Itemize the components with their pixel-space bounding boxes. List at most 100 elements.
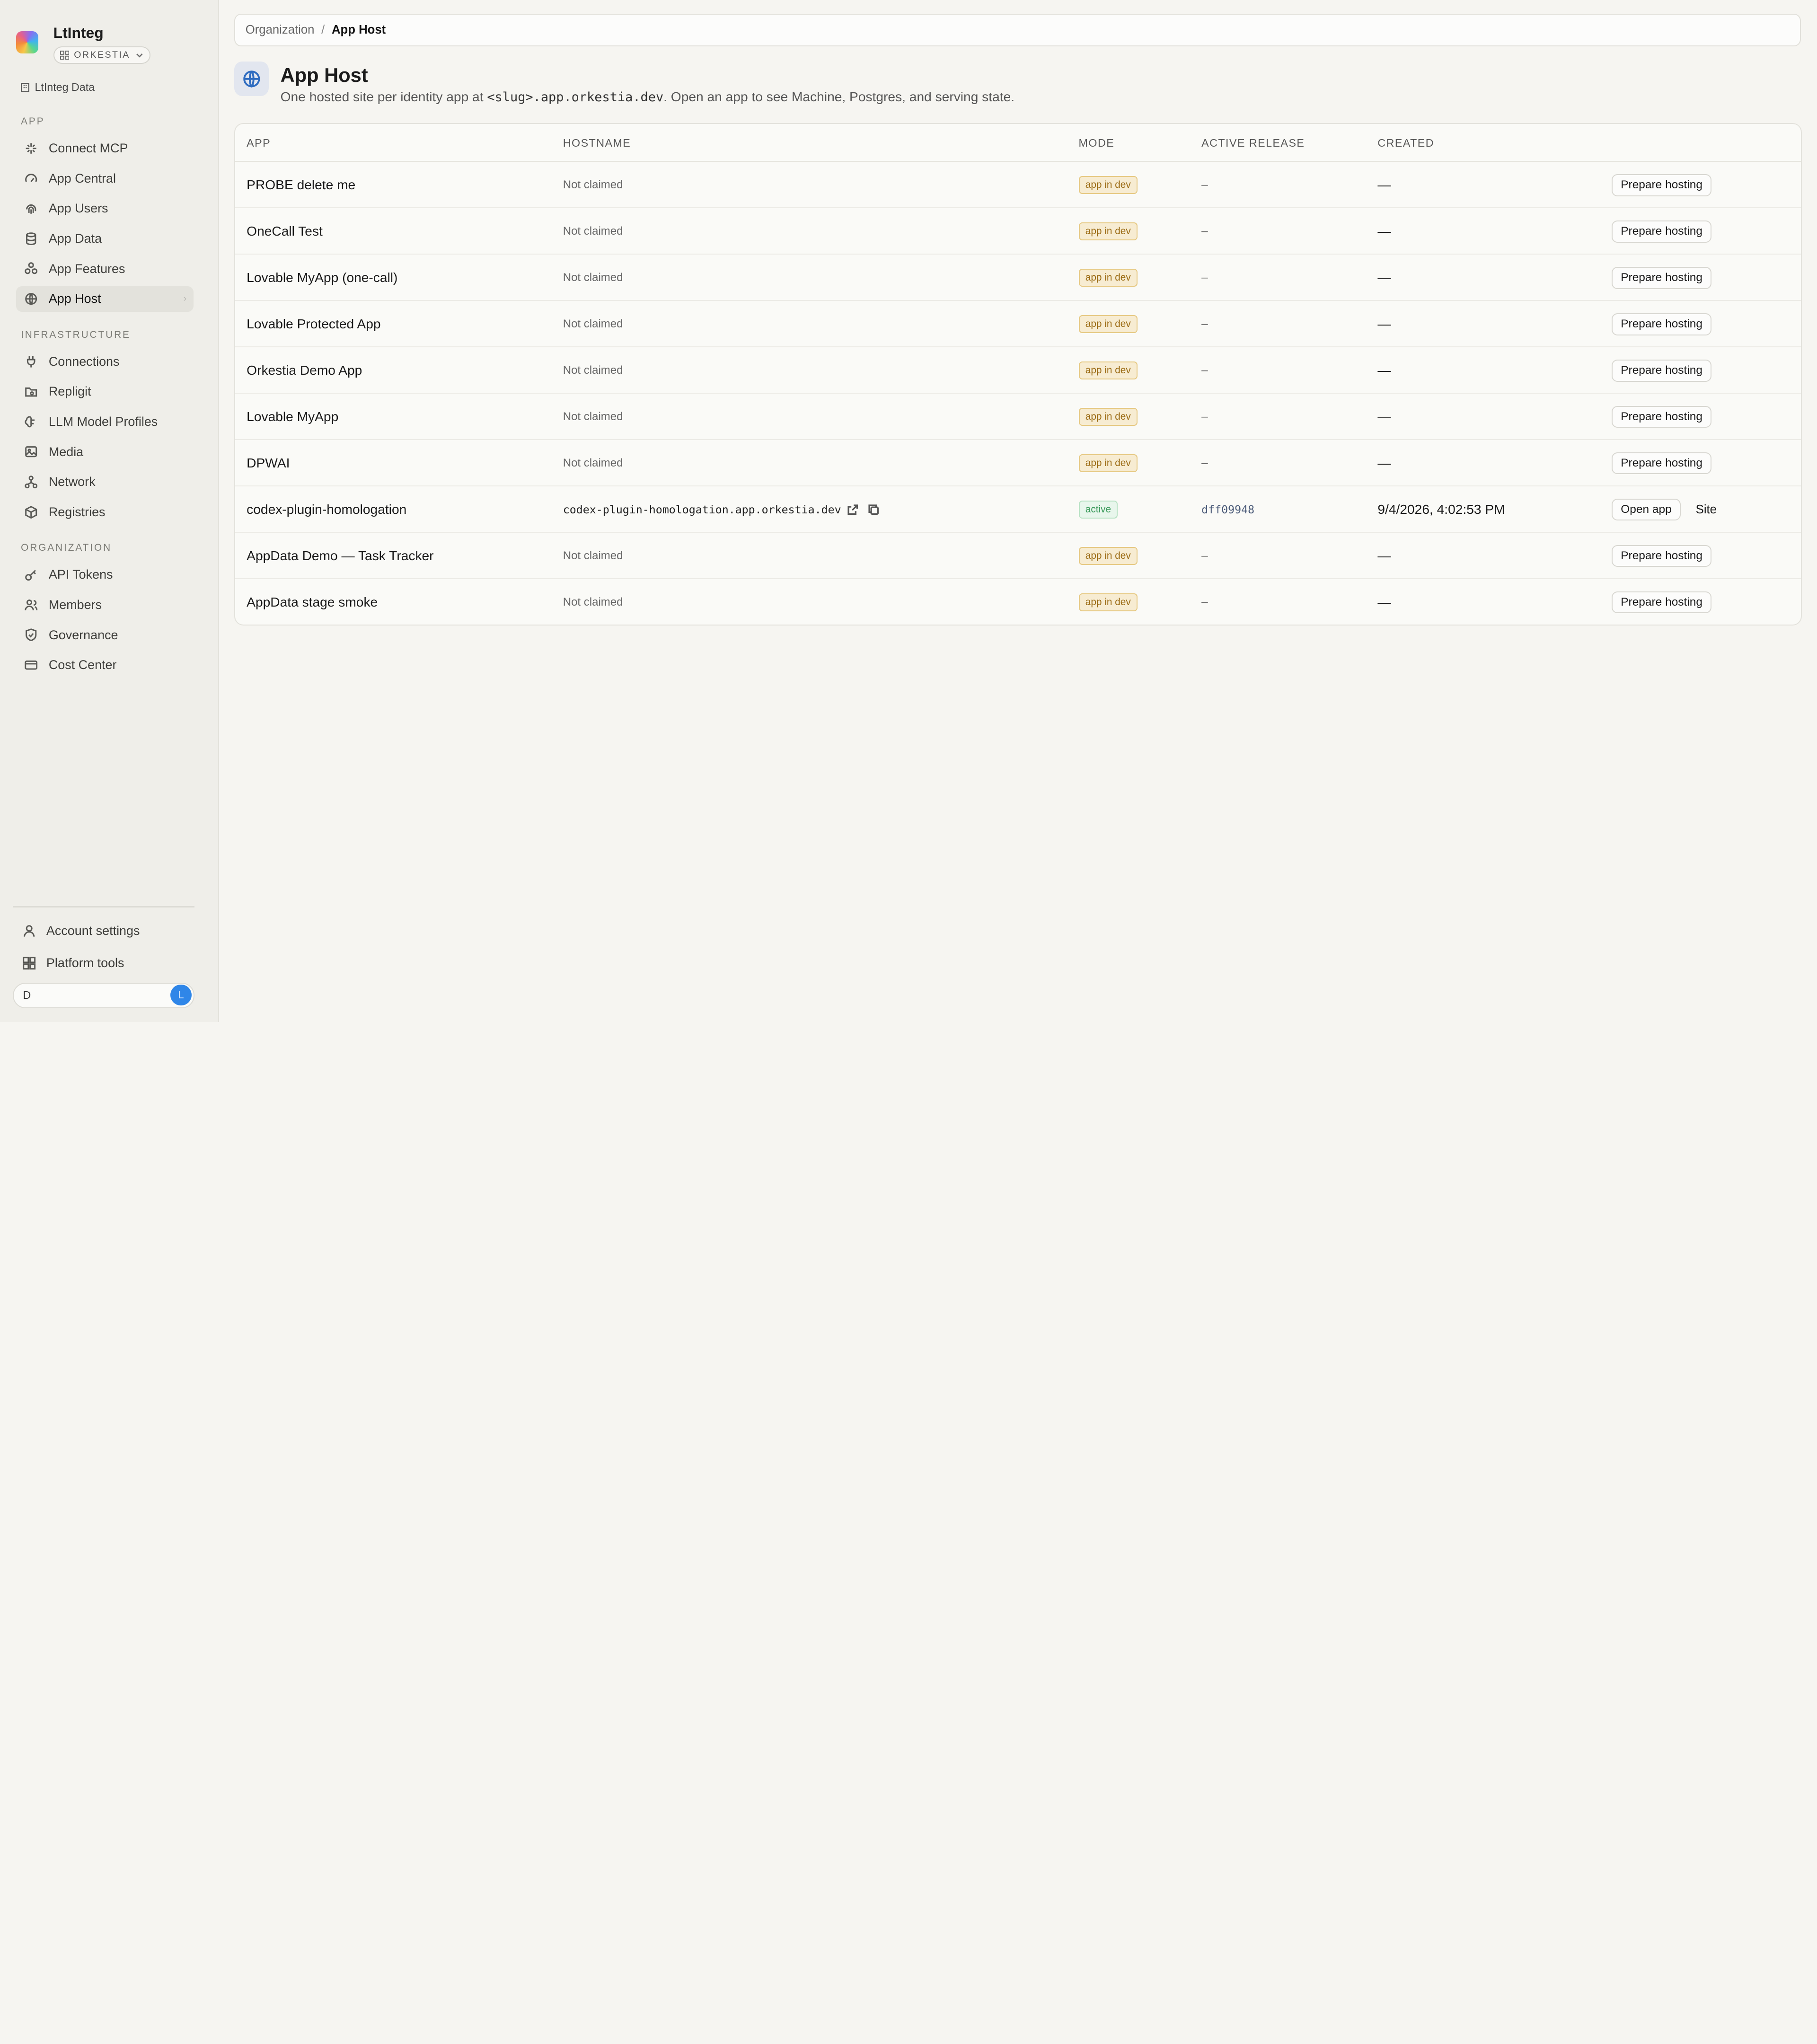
sidebar-item-app-features[interactable]: App Features	[16, 256, 194, 282]
created: —	[1377, 224, 1391, 239]
hostname: Not claimed	[563, 410, 623, 423]
chevron-right-icon: ›	[183, 293, 187, 304]
org-selector[interactable]: ORKESTIA	[53, 46, 151, 64]
globe-icon	[243, 70, 260, 88]
hostname: Not claimed	[563, 271, 623, 284]
prepare-hosting-button[interactable]: Prepare hosting	[1612, 220, 1712, 243]
workspace-name: LtInteg	[53, 24, 104, 41]
sidebar-item-members[interactable]: Members	[16, 592, 194, 617]
app-name[interactable]: Orkestia Demo App	[247, 347, 362, 394]
sidebar-item-label: Cost Center	[48, 658, 117, 672]
sidebar-item-label: LLM Model Profiles	[48, 414, 158, 429]
sparkle-icon	[26, 143, 37, 154]
mode-badge: app in dev	[1078, 361, 1138, 380]
app-name[interactable]: AppData Demo — Task Tracker	[247, 533, 433, 579]
app-name[interactable]: OneCall Test	[247, 208, 323, 255]
app-name[interactable]: PROBE delete me	[247, 162, 355, 208]
site-link[interactable]: Site	[1690, 499, 1722, 520]
sidebar-item-label: App Central	[48, 171, 116, 185]
actions: Prepare hosting	[1612, 533, 1712, 579]
table-row[interactable]: codex-plugin-homologation codex-plugin-h…	[235, 486, 1801, 533]
workspace-switcher[interactable]: LtInteg ORKESTIA	[16, 21, 151, 64]
hostname: Not claimed	[563, 317, 623, 331]
section-app: APP	[21, 115, 45, 127]
table-row[interactable]: PROBE delete me Not claimed app in dev –…	[235, 162, 1801, 209]
prepare-hosting-button[interactable]: Prepare hosting	[1612, 545, 1712, 567]
table-row[interactable]: Lovable MyApp (one-call) Not claimed app…	[235, 255, 1801, 301]
app-name[interactable]: Lovable MyApp (one-call)	[247, 255, 397, 301]
prepare-hosting-button[interactable]: Prepare hosting	[1612, 174, 1712, 196]
sidebar-item-app-users[interactable]: App Users	[16, 196, 194, 221]
active-release: –	[1201, 457, 1208, 470]
sidebar-item-llm-model-profiles[interactable]: LLM Model Profiles	[16, 409, 194, 434]
app-name[interactable]: Lovable MyApp	[247, 394, 338, 440]
hostname: Not claimed	[563, 225, 623, 238]
sidebar-item-label: App Data	[48, 231, 102, 246]
data-link[interactable]: LtInteg Data	[20, 81, 95, 94]
prepare-hosting-button[interactable]: Prepare hosting	[1612, 266, 1712, 289]
sidebar-item-label: Connect MCP	[48, 141, 128, 155]
sidebar-item-app-host[interactable]: App Host ›	[16, 286, 194, 312]
active-release: –	[1201, 364, 1208, 377]
table-row[interactable]: AppData stage smoke Not claimed app in d…	[235, 579, 1801, 625]
prepare-hosting-button[interactable]: Prepare hosting	[1612, 452, 1712, 475]
app-name[interactable]: Lovable Protected App	[247, 301, 380, 347]
sidebar-item-connect-mcp[interactable]: Connect MCP	[16, 136, 194, 161]
mode-cell: app in dev	[1078, 347, 1138, 394]
image-icon	[25, 446, 37, 458]
sidebar-item-label: Members	[48, 597, 102, 612]
sidebar-item-connections[interactable]: Connections	[16, 349, 194, 374]
sidebar-item-repligit[interactable]: Repligit	[16, 379, 194, 405]
created: —	[1377, 177, 1391, 193]
sidebar-divider	[12, 906, 195, 907]
sidebar-item-governance[interactable]: Governance	[16, 622, 194, 648]
table-row[interactable]: Lovable Protected App Not claimed app in…	[235, 301, 1801, 348]
table-row[interactable]: Orkestia Demo App Not claimed app in dev…	[235, 347, 1801, 394]
external-link-icon[interactable]	[847, 504, 858, 515]
breadcrumb-separator: /	[321, 23, 325, 37]
mode-cell: app in dev	[1078, 162, 1138, 208]
table-row[interactable]: DPWAI Not claimed app in dev – — Prepare…	[235, 440, 1801, 487]
user-menu[interactable]: D L	[12, 982, 195, 1008]
account-settings-link[interactable]: Account settings	[22, 924, 140, 938]
copy-icon[interactable]	[868, 504, 879, 515]
platform-tools-link[interactable]: Platform tools	[22, 956, 124, 970]
active-release: dff09948	[1201, 503, 1255, 516]
table-row[interactable]: OneCall Test Not claimed app in dev – — …	[235, 208, 1801, 255]
data-link-label: LtInteg Data	[35, 81, 95, 94]
hostname-link[interactable]: codex-plugin-homologation.app.orkestia.d…	[563, 503, 841, 516]
column-header-created: CREATED	[1377, 136, 1435, 149]
prepare-hosting-button[interactable]: Prepare hosting	[1612, 313, 1712, 335]
sidebar: LtInteg ORKESTIA LtInteg Data APP Connec…	[0, 0, 219, 1022]
plug-icon	[27, 356, 35, 368]
table-row[interactable]: Lovable MyApp Not claimed app in dev – —…	[235, 394, 1801, 441]
mode-cell: app in dev	[1078, 440, 1138, 486]
avatar[interactable]: L	[170, 985, 192, 1006]
sidebar-item-media[interactable]: Media	[16, 439, 194, 465]
sidebar-item-app-central[interactable]: App Central	[16, 166, 194, 191]
breadcrumb-organization[interactable]: Organization	[246, 23, 315, 37]
created: —	[1377, 594, 1391, 609]
sidebar-item-network[interactable]: Network	[16, 469, 194, 495]
sidebar-item-label: API Tokens	[48, 567, 113, 582]
network-icon	[25, 476, 38, 489]
hostname: Not claimed	[563, 595, 623, 608]
gauge-icon	[25, 174, 37, 183]
hostname-cell: codex-plugin-homologation.app.orkestia.d…	[563, 486, 880, 533]
app-name[interactable]: AppData stage smoke	[247, 579, 378, 625]
sidebar-item-api-tokens[interactable]: API Tokens	[16, 562, 194, 588]
breadcrumb-current: App Host	[332, 23, 386, 37]
open-app-button[interactable]: Open app	[1612, 498, 1681, 521]
prepare-hosting-button[interactable]: Prepare hosting	[1612, 591, 1712, 614]
table-row[interactable]: AppData Demo — Task Tracker Not claimed …	[235, 533, 1801, 579]
sidebar-item-app-data[interactable]: App Data	[16, 226, 194, 252]
sidebar-item-cost-center[interactable]: Cost Center	[16, 652, 194, 678]
hostname: Not claimed	[563, 457, 623, 470]
prepare-hosting-button[interactable]: Prepare hosting	[1612, 405, 1712, 428]
app-name[interactable]: DPWAI	[247, 440, 290, 486]
prepare-hosting-button[interactable]: Prepare hosting	[1612, 359, 1712, 382]
section-infrastructure: INFRASTRUCTURE	[21, 329, 131, 340]
app-name[interactable]: codex-plugin-homologation	[247, 486, 406, 533]
sidebar-item-registries[interactable]: Registries	[16, 500, 194, 525]
user-icon	[23, 925, 35, 937]
